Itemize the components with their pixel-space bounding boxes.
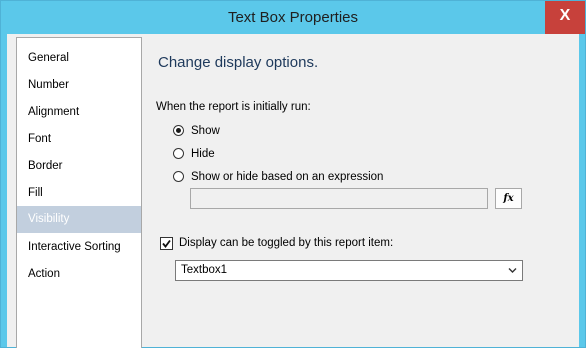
toggle-item-value: Textbox1 bbox=[181, 264, 228, 276]
nav-item-visibility[interactable]: Visibility bbox=[17, 206, 141, 233]
nav-item-number[interactable]: Number bbox=[17, 72, 141, 99]
page-heading: Change display options. bbox=[158, 54, 319, 71]
nav-item-font[interactable]: Font bbox=[17, 126, 141, 153]
category-nav: General Number Alignment Font Border Fil… bbox=[16, 37, 142, 348]
close-button[interactable]: X bbox=[545, 1, 585, 34]
toggle-checkbox-label[interactable]: Display can be toggled by this report it… bbox=[179, 237, 393, 249]
radio-hide-label[interactable]: Hide bbox=[191, 148, 215, 160]
title-bar[interactable]: Text Box Properties X bbox=[1, 1, 585, 34]
nav-item-action[interactable]: Action bbox=[17, 261, 141, 288]
dialog-body: General Number Alignment Font Border Fil… bbox=[7, 34, 579, 348]
radio-show-label[interactable]: Show bbox=[191, 125, 220, 137]
expression-input[interactable] bbox=[190, 188, 488, 209]
window-title: Text Box Properties bbox=[227, 9, 359, 26]
dialog-window: Text Box Properties X General Number Ali… bbox=[0, 0, 586, 348]
nav-item-alignment[interactable]: Alignment bbox=[17, 99, 141, 126]
fx-icon: fx bbox=[503, 193, 514, 204]
toggle-item-select[interactable]: Textbox1 bbox=[175, 260, 523, 281]
radio-expression[interactable] bbox=[173, 171, 184, 182]
chevron-down-icon bbox=[508, 268, 517, 273]
close-icon: X bbox=[559, 7, 571, 24]
radio-expression-label[interactable]: Show or hide based on an expression bbox=[191, 171, 383, 183]
radio-show[interactable] bbox=[173, 125, 184, 136]
nav-item-border[interactable]: Border bbox=[17, 153, 141, 180]
nav-item-general[interactable]: General bbox=[17, 45, 141, 72]
radio-hide[interactable] bbox=[173, 148, 184, 159]
nav-item-interactive-sorting[interactable]: Interactive Sorting bbox=[17, 234, 141, 261]
toggle-checkbox[interactable] bbox=[160, 237, 173, 250]
checkmark-icon bbox=[162, 239, 171, 248]
radio-selected-dot bbox=[176, 128, 181, 133]
initial-run-label: When the report is initially run: bbox=[156, 101, 311, 113]
expression-button[interactable]: fx bbox=[495, 188, 522, 209]
nav-item-fill[interactable]: Fill bbox=[17, 180, 141, 207]
